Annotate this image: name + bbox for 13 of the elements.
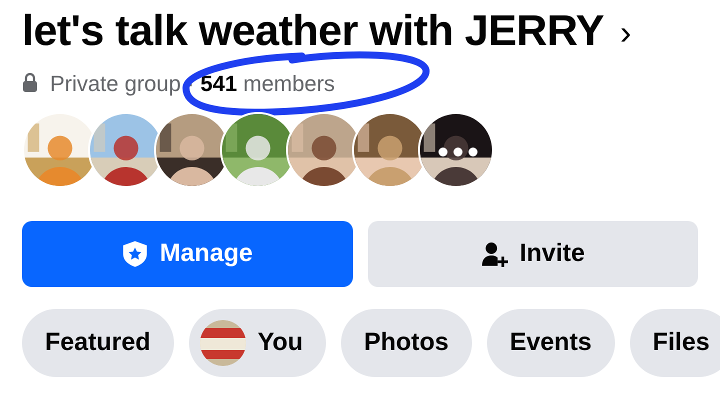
invite-button[interactable]: Invite	[368, 221, 698, 287]
more-icon[interactable]	[438, 147, 478, 157]
tab[interactable]: Featured	[22, 309, 174, 377]
tab[interactable]: You	[188, 309, 326, 377]
add-person-icon	[480, 240, 508, 268]
tab[interactable]: Events	[486, 309, 615, 377]
chevron[interactable]: ›	[620, 13, 632, 53]
tab[interactable]: Files	[630, 309, 720, 377]
lock-icon	[22, 73, 38, 93]
tab[interactable]: Photos	[340, 309, 472, 377]
manage-button[interactable]: Manage	[22, 221, 352, 287]
shield-star-icon	[122, 240, 148, 268]
group-title: let's talk weather with JERRY	[22, 6, 604, 57]
